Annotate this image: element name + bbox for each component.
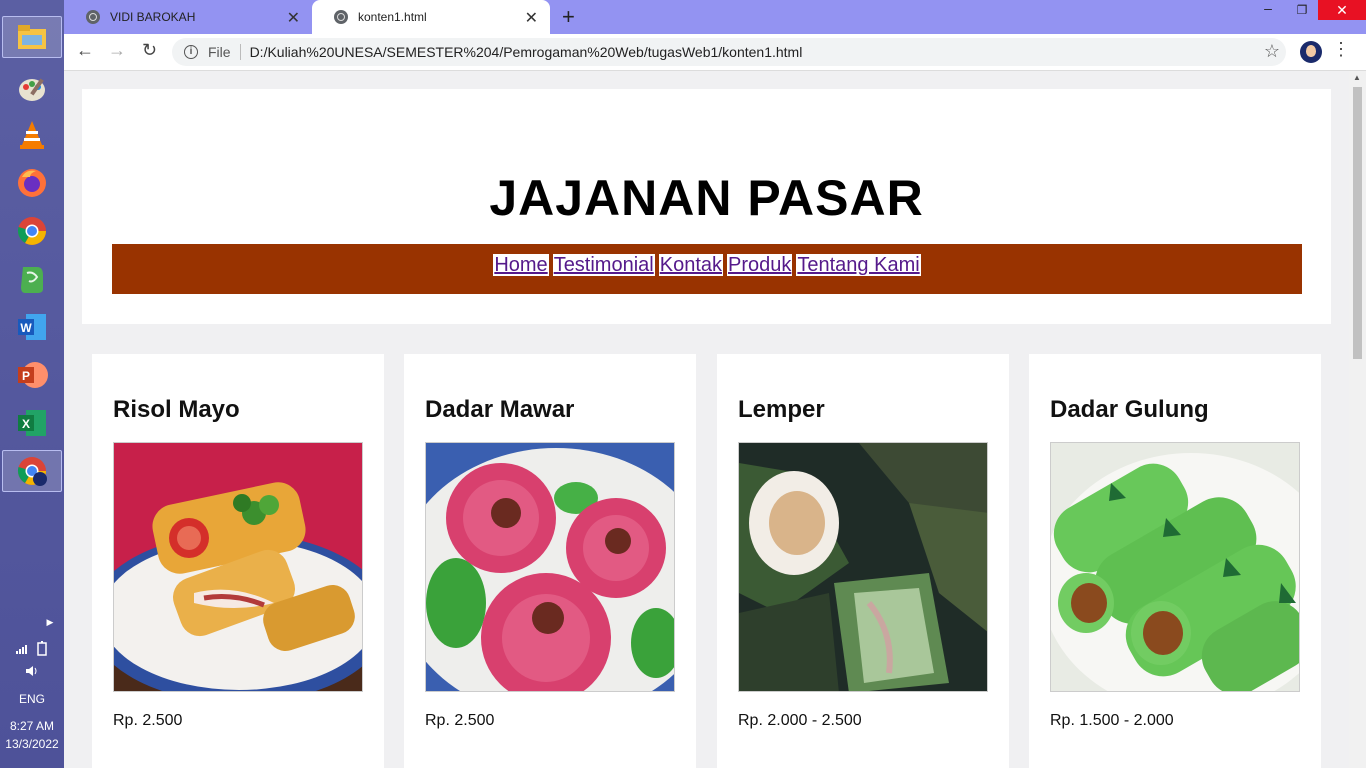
product-name: Dadar Mawar (425, 396, 575, 423)
product-photo-dadar-gulung (1050, 442, 1300, 692)
evernote-icon[interactable] (13, 260, 51, 298)
tab-konten1[interactable]: konten1.html ✕ (312, 0, 550, 34)
nav-link-testimonial[interactable]: Testimonial (552, 254, 655, 276)
svg-text:X: X (22, 417, 30, 431)
product-price: Rp. 1.500 - 2.000 (1050, 712, 1174, 729)
nav-link-produk[interactable]: Produk (727, 254, 793, 276)
tray-expand-icon[interactable]: ▶ (0, 614, 64, 628)
info-icon[interactable]: i (184, 45, 198, 59)
url-text[interactable]: D:/Kuliah%20UNESA/SEMESTER%204/Pemrogama… (250, 44, 803, 60)
reload-button[interactable]: ↻ (142, 40, 157, 61)
volume-icon[interactable] (0, 664, 64, 681)
vlc-icon[interactable] (13, 116, 51, 154)
product-card: Risol Mayo Rp. 2.500 (92, 354, 384, 768)
scheme-label: File (208, 44, 231, 60)
tab-title: VIDI BAROKAH (110, 10, 196, 24)
network-icon[interactable] (0, 640, 64, 659)
nav-link-home[interactable]: Home (493, 254, 549, 276)
clock-date[interactable]: 13/3/2022 (0, 737, 64, 751)
word-icon[interactable]: W (13, 308, 51, 346)
profile-avatar[interactable] (1300, 41, 1322, 63)
product-card: Dadar Gulung Rp. 1.500 - 2.000 (1029, 354, 1321, 768)
product-name: Risol Mayo (113, 396, 240, 423)
bookmark-star-icon[interactable]: ☆ (1264, 41, 1280, 62)
excel-icon[interactable]: X (13, 404, 51, 442)
scroll-thumb[interactable] (1353, 87, 1362, 359)
powerpoint-icon[interactable]: P (13, 356, 51, 394)
product-card: Lemper Rp. 2.000 - 2.500 (717, 354, 1009, 768)
address-bar[interactable]: i File D:/Kuliah%20UNESA/SEMESTER%204/Pe… (172, 38, 1286, 66)
menu-kebab-icon[interactable]: ⋮ (1332, 39, 1350, 60)
svg-text:P: P (22, 369, 30, 383)
back-button[interactable]: ← (76, 40, 94, 61)
firefox-icon[interactable] (13, 164, 51, 202)
chrome-icon[interactable] (13, 212, 51, 250)
address-divider (239, 44, 241, 60)
new-tab-button[interactable]: + (562, 4, 575, 30)
product-card: Dadar Mawar Rp. 2.500 (404, 354, 696, 768)
globe-icon (86, 10, 100, 24)
product-price: Rp. 2.500 (425, 712, 495, 729)
restore-button[interactable]: ❐ (1286, 0, 1318, 20)
forward-button[interactable]: → (108, 40, 126, 61)
paint-icon[interactable] (13, 70, 51, 108)
product-photo-lemper (738, 442, 988, 692)
taskbar: W P X ▶ ENG 8:27 AM 13/3/2022 (0, 0, 64, 768)
page-viewport: JAJANAN PASAR Home Testimonial Kontak Pr… (64, 71, 1349, 768)
product-photo-dadar-mawar (425, 442, 675, 692)
globe-icon (334, 10, 348, 24)
clock-time[interactable]: 8:27 AM (0, 719, 64, 733)
page-title: JAJANAN PASAR (489, 170, 924, 226)
language-indicator[interactable]: ENG (0, 692, 64, 706)
tab-title: konten1.html (358, 10, 427, 24)
nav-link-tentang-kami[interactable]: Tentang Kami (796, 254, 921, 276)
tab-vidi-barokah[interactable]: VIDI BAROKAH ✕ (64, 0, 312, 34)
window-close-button[interactable]: ✕ (1318, 0, 1366, 20)
page-scrollbar[interactable]: ▲ (1349, 71, 1366, 768)
file-explorer-icon[interactable] (2, 16, 62, 58)
nav-link-kontak[interactable]: Kontak (658, 254, 723, 276)
nav-bar: Home Testimonial Kontak Produk Tentang K… (112, 244, 1302, 294)
svg-text:W: W (20, 321, 32, 335)
tab-strip: VIDI BAROKAH ✕ konten1.html ✕ + – ❐ ✕ (64, 0, 1366, 34)
header: JAJANAN PASAR Home Testimonial Kontak Pr… (82, 89, 1331, 324)
scroll-up-icon[interactable]: ▲ (1353, 73, 1361, 82)
product-photo-risol-mayo (113, 442, 363, 692)
product-price: Rp. 2.500 (113, 712, 183, 729)
browser-toolbar: ← → ↻ i File D:/Kuliah%20UNESA/SEMESTER%… (64, 34, 1366, 71)
chrome-profile-icon[interactable] (2, 450, 62, 492)
product-name: Dadar Gulung (1050, 396, 1209, 423)
product-name: Lemper (738, 396, 825, 423)
product-price: Rp. 2.000 - 2.500 (738, 712, 862, 729)
minimize-button[interactable]: – (1250, 0, 1286, 20)
close-tab-icon[interactable]: ✕ (525, 8, 538, 28)
close-tab-icon[interactable]: ✕ (287, 8, 300, 28)
